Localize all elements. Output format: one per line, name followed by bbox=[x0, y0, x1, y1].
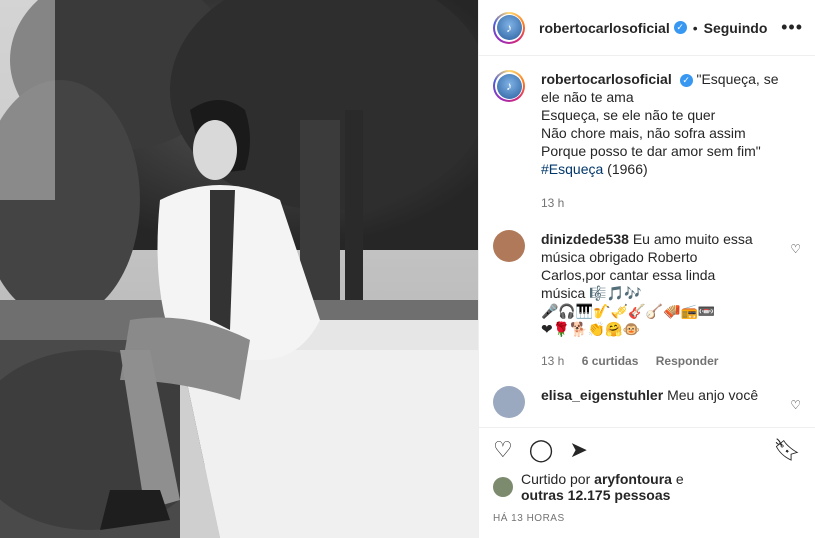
comment-text: elisa_eigenstuhler Meu anjo você bbox=[541, 386, 763, 418]
commenter-username[interactable]: elisa_eigenstuhler bbox=[541, 387, 663, 403]
post-photo[interactable] bbox=[0, 0, 478, 538]
more-icon[interactable]: ••• bbox=[781, 17, 803, 38]
caption-username[interactable]: robertocarlosoficial bbox=[541, 71, 672, 87]
comment-emojis-2: 🎤🎧🎹🎷🎺🎸🪕🪗📻📼 bbox=[541, 303, 716, 319]
posted-time[interactable]: HÁ 13 HORAS bbox=[479, 503, 815, 524]
comment-emojis-1: 🎼🎵🎶 bbox=[589, 285, 642, 301]
commenter-avatar[interactable] bbox=[493, 386, 525, 418]
commenter-avatar[interactable] bbox=[493, 230, 525, 262]
caption-text: robertocarlosoficial ✓ "Esqueça, se ele … bbox=[541, 70, 801, 212]
caption-avatar[interactable]: ♪ bbox=[493, 70, 525, 102]
verified-icon: ✓ bbox=[673, 21, 687, 34]
caption-time[interactable]: 13 h bbox=[541, 194, 801, 212]
guitar-icon: ♪ bbox=[496, 73, 522, 99]
comment-emojis-3: ❤🌹🐕👏🤗🐵 bbox=[541, 321, 640, 337]
author-username[interactable]: robertocarlosoficial bbox=[539, 20, 670, 36]
hashtag-link[interactable]: #Esqueça bbox=[541, 161, 603, 177]
comment-icon[interactable]: ◯ bbox=[529, 437, 554, 463]
comment-meta: 13 h 6 curtidas Responder bbox=[541, 352, 763, 370]
bookmark-icon[interactable]: 🔖︎ bbox=[773, 437, 801, 463]
caption-line-4: Porque posso te dar amor sem fim" bbox=[541, 143, 761, 159]
comment-time[interactable]: 13 h bbox=[541, 354, 564, 368]
comments-section[interactable]: ♪ robertocarlosoficial ✓ "Esqueça, se el… bbox=[479, 56, 815, 427]
action-bar: ♡ ◯ ➤ 🔖︎ bbox=[479, 427, 815, 471]
comment-like-heart-icon[interactable]: ♡ bbox=[790, 398, 801, 412]
commenter-username[interactable]: dinizdede538 bbox=[541, 231, 629, 247]
author-avatar[interactable]: ♪ bbox=[493, 11, 525, 44]
caption-line-3: Não chore mais, não sofra assim bbox=[541, 125, 746, 141]
comment-text: dinizdede538 Eu amo muito essa música ob… bbox=[541, 230, 763, 370]
comment-item: elisa_eigenstuhler Meu anjo você ♡ bbox=[493, 386, 801, 418]
verified-icon: ✓ bbox=[679, 73, 693, 87]
post-modal: ♪ robertocarlosoficial ✓ • Seguindo ••• … bbox=[0, 0, 815, 538]
share-icon[interactable]: ➤ bbox=[569, 437, 587, 463]
comment-body: Meu anjo você bbox=[667, 387, 759, 403]
caption-block: ♪ robertocarlosoficial ✓ "Esqueça, se el… bbox=[493, 70, 801, 212]
guitar-icon: ♪ bbox=[496, 15, 522, 40]
heart-icon[interactable]: ♡ bbox=[493, 437, 513, 463]
reply-button[interactable]: Responder bbox=[656, 354, 719, 368]
likes-mid: e bbox=[675, 471, 684, 487]
likes-prefix: Curtido por bbox=[521, 471, 591, 487]
following-button[interactable]: Seguindo bbox=[704, 20, 768, 36]
likes-others[interactable]: outras 12.175 pessoas bbox=[521, 487, 670, 503]
likes-text: Curtido por aryfontoura e outras 12.175 … bbox=[521, 471, 684, 503]
liker-username[interactable]: aryfontoura bbox=[594, 471, 672, 487]
post-side-panel: ♪ robertocarlosoficial ✓ • Seguindo ••• … bbox=[478, 0, 815, 538]
caption-line-2: Esqueça, se ele não te quer bbox=[541, 107, 716, 123]
likes-summary: Curtido por aryfontoura e outras 12.175 … bbox=[479, 471, 815, 503]
comment-likes[interactable]: 6 curtidas bbox=[582, 354, 639, 368]
separator-dot: • bbox=[692, 19, 698, 36]
photo-illustration bbox=[0, 0, 478, 538]
comment-item: dinizdede538 Eu amo muito essa música ob… bbox=[493, 230, 801, 370]
liker-avatar[interactable] bbox=[493, 477, 513, 497]
comment-like-heart-icon[interactable]: ♡ bbox=[790, 242, 801, 256]
caption-year: (1966) bbox=[607, 161, 648, 177]
post-header: ♪ robertocarlosoficial ✓ • Seguindo ••• bbox=[479, 0, 815, 56]
